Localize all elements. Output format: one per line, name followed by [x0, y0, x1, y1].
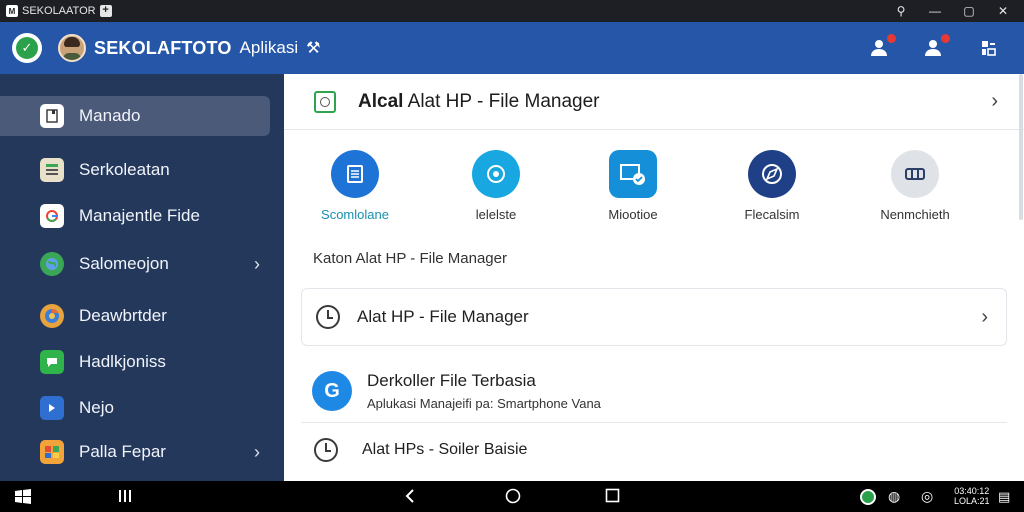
- avatar[interactable]: [58, 34, 86, 62]
- gallery-icon: [40, 440, 64, 464]
- check-icon: ✓: [16, 37, 38, 59]
- status-globe-icon[interactable]: ◍: [888, 488, 900, 505]
- app-badge-icon: G: [312, 371, 352, 411]
- quick-action-miootioe[interactable]: Miootioe: [578, 150, 688, 222]
- sidebar-item-manado[interactable]: Manado: [0, 96, 270, 136]
- play-icon: [40, 396, 64, 420]
- window-titlebar: M SEKOLAATOR + ⚲ — ▢ ✕: [0, 0, 1024, 22]
- notification-dot: [941, 34, 950, 43]
- app-logo-icon[interactable]: ✓: [12, 33, 42, 63]
- clock-date: LOLA:21: [954, 496, 990, 506]
- header-actions: [868, 34, 1024, 59]
- wrench-icon[interactable]: ⚒: [306, 38, 320, 58]
- sidebar-item-serkoleatan[interactable]: Serkoleatan: [0, 150, 270, 190]
- chevron-right-icon[interactable]: ›: [981, 306, 988, 329]
- status-app-icon[interactable]: [860, 489, 876, 505]
- sidebar-item-label: Serkoleatan: [79, 160, 170, 179]
- chevron-right-icon[interactable]: ›: [991, 90, 998, 113]
- new-tab-button[interactable]: +: [99, 5, 112, 17]
- notification-icon[interactable]: ▤: [998, 488, 1010, 505]
- file-manager-header[interactable]: Alcal Alat HP - File Manager ›: [284, 74, 1024, 130]
- list-item-file-terbasia[interactable]: G Derkoller File Terbasia Aplukasi Manaj…: [312, 362, 1002, 420]
- divider: [301, 422, 1007, 423]
- sidebar-item-label: Salomeojon: [79, 254, 169, 273]
- overview-icon[interactable]: [605, 488, 620, 507]
- sidebar-item-hadlkjoniss[interactable]: Hadlkjoniss: [0, 342, 270, 382]
- app-tab-logo-icon: M: [6, 5, 18, 17]
- notification-dot: [887, 34, 896, 43]
- system-navbar: ◍ ◎ 03:40:12 LOLA:21 ▤: [0, 481, 1024, 512]
- quick-action-nenmchieth[interactable]: Nenmchieth: [860, 150, 970, 222]
- app-subtitle: Aplikasi: [239, 38, 299, 57]
- user-notify-icon[interactable]: [922, 34, 950, 59]
- google-icon: [40, 204, 64, 228]
- chrome-icon: [40, 304, 64, 328]
- sidebar-item-salomeojon[interactable]: Salomeojon ›: [0, 244, 270, 284]
- sidebar: Manado Serkoleatan Manajentle Fide Salom…: [0, 74, 284, 481]
- list-item-texts: Derkoller File Terbasia Aplukasi Manajei…: [367, 371, 601, 411]
- quick-action-label: Miootioe: [608, 207, 658, 222]
- windows-icon[interactable]: [14, 488, 32, 510]
- back-icon[interactable]: [403, 488, 419, 508]
- folder-check-icon: [609, 150, 657, 198]
- main-content: Alcal Alat HP - File Manager › Scomlolan…: [284, 74, 1024, 481]
- sidebar-item-label: Palla Fepar: [79, 442, 166, 461]
- close-button[interactable]: ✕: [996, 4, 1010, 18]
- page-title: Alcal Alat HP - File Manager: [358, 90, 600, 112]
- document-icon: [40, 158, 64, 182]
- chevron-right-icon[interactable]: ›: [254, 254, 260, 275]
- sidebar-item-label: Nejo: [79, 398, 114, 417]
- browser-tab[interactable]: M SEKOLAATOR +: [0, 5, 118, 17]
- list-item-soiler-baisie[interactable]: Alat HPs - Soiler Baisie: [314, 438, 527, 462]
- quick-action-label: Flecalsim: [744, 207, 800, 222]
- sidebar-item-manajentle-fide[interactable]: Manajentle Fide: [0, 196, 270, 236]
- scrollbar[interactable]: [1019, 74, 1023, 220]
- list-item-title: Alat HPs - Soiler Baisie: [362, 441, 528, 458]
- home-icon[interactable]: [505, 488, 521, 508]
- sidebar-item-label: Deawbrtder: [79, 306, 167, 325]
- clock-icon: [314, 438, 338, 462]
- sidebar-item-deawbrtder[interactable]: Deawbrtder: [0, 296, 270, 336]
- system-clock: 03:40:12 LOLA:21: [954, 486, 990, 506]
- chevron-right-icon[interactable]: ›: [254, 442, 260, 463]
- clock-time: 03:40:12: [954, 486, 990, 496]
- list-item-file-manager[interactable]: Alat HP - File Manager ›: [301, 288, 1007, 346]
- list-item-title: Alat HP - File Manager: [357, 307, 529, 326]
- app-header: ✓ SEKOLAFTOTO Aplikasi ⚒: [0, 22, 1024, 74]
- quick-action-flecalsim[interactable]: Flecalsim: [717, 150, 827, 222]
- recents-icon[interactable]: [117, 488, 133, 508]
- compass-icon: [748, 150, 796, 198]
- maximize-button[interactable]: ▢: [962, 4, 976, 18]
- app-title: SEKOLAFTOTO: [94, 37, 232, 58]
- pin-icon[interactable]: ⚲: [894, 4, 908, 18]
- box-icon: [891, 150, 939, 198]
- chat-icon: [40, 350, 64, 374]
- tab-title: SEKOLAATOR: [22, 5, 96, 17]
- quick-action-scomlolane[interactable]: Scomlolane: [300, 150, 410, 222]
- window-controls: ⚲ — ▢ ✕: [894, 4, 1024, 18]
- file-icon: [40, 104, 64, 128]
- sidebar-item-nejo[interactable]: Nejo: [0, 388, 270, 428]
- sidebar-item-label: Manado: [79, 106, 141, 125]
- sidebar-item-label: Hadlkjoniss: [79, 352, 166, 371]
- status-network-icon[interactable]: ◎: [921, 488, 933, 505]
- quick-action-lelelste[interactable]: lelelste: [441, 150, 551, 222]
- file-manager-icon: [314, 90, 336, 113]
- layout-icon[interactable]: [976, 37, 1002, 59]
- list-item-subtitle: Aplukasi Manajeifi pa: Smartphone Vana: [367, 396, 601, 411]
- clock-icon: [316, 305, 340, 329]
- quick-action-label: lelelste: [475, 207, 517, 222]
- globe-icon: [40, 252, 64, 276]
- document-icon: [331, 150, 379, 198]
- quick-action-label: Nenmchieth: [880, 207, 950, 222]
- quick-action-label: Scomlolane: [321, 207, 389, 222]
- target-icon: [472, 150, 520, 198]
- sidebar-item-label: Manajentle Fide: [79, 206, 200, 225]
- section-title: Katon Alat HP - File Manager: [313, 250, 507, 267]
- sidebar-item-palla-fepar[interactable]: Palla Fepar ›: [0, 432, 270, 472]
- minimize-button[interactable]: —: [928, 4, 942, 18]
- list-item-title: Derkoller File Terbasia: [367, 371, 536, 390]
- user-add-icon[interactable]: [868, 34, 896, 59]
